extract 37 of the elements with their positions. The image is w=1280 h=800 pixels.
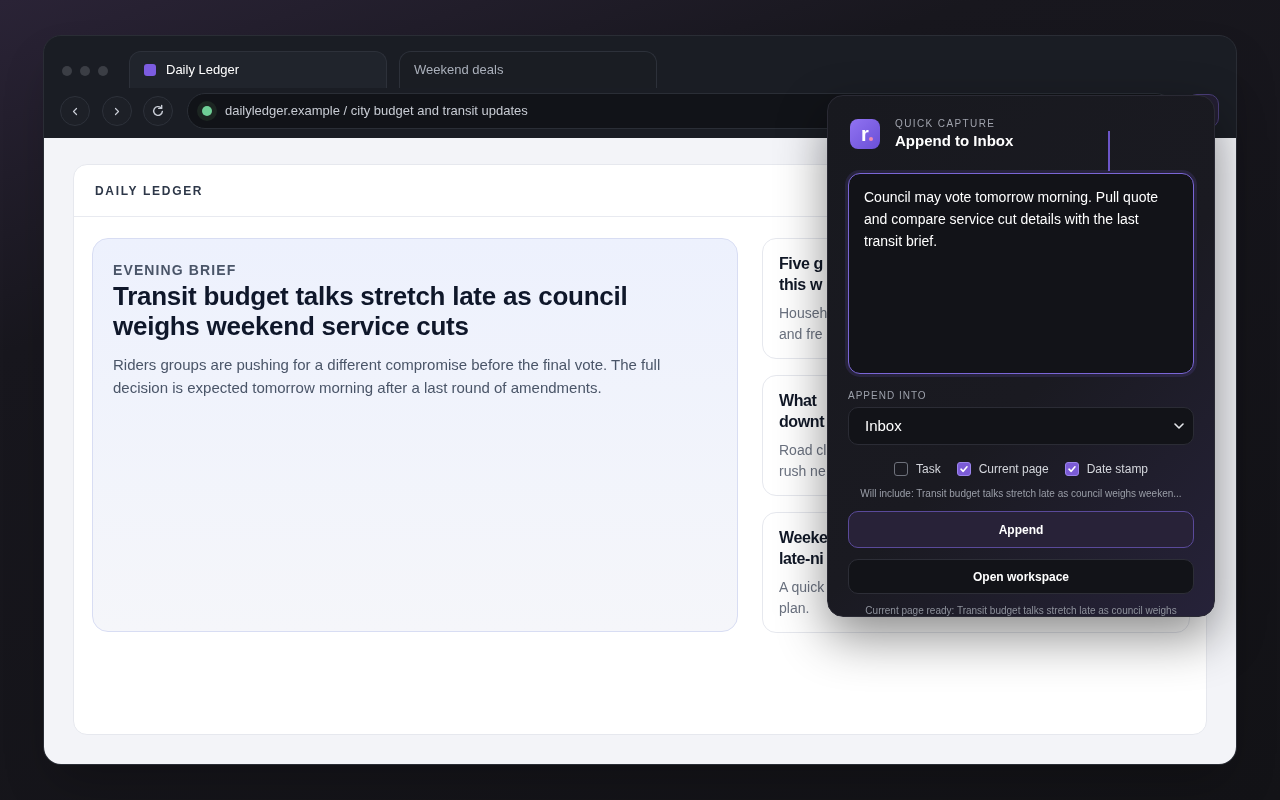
feature-card[interactable]: [92, 238, 738, 632]
checkbox[interactable]: [956, 462, 971, 476]
app-logo: r: [850, 119, 880, 149]
preview-text: Will include: Transit budget talks stretch late as council weighs weeken...: [859, 488, 1183, 500]
story-title: What downt: [779, 391, 825, 432]
option-label[interactable]: Current page: [978, 460, 1049, 478]
option-label[interactable]: Task: [915, 460, 941, 478]
reload-button[interactable]: [143, 96, 173, 126]
chevron-down-icon: [1174, 423, 1184, 429]
chevron-left-icon: [72, 106, 78, 116]
chevron-right-icon: [114, 106, 120, 116]
field-label: APPEND INTO: [848, 390, 927, 402]
url-text: dailyledger.example / city budget and transit updates: [225, 102, 528, 121]
story-summary: A quick plan.: [779, 578, 825, 618]
open-workspace-button[interactable]: Open workspace: [848, 559, 1194, 594]
browser-tab[interactable]: Daily Ledger: [129, 51, 387, 88]
append-button[interactable]: Append: [848, 511, 1194, 548]
checkbox[interactable]: [893, 462, 908, 476]
story-summary: Househ and fre: [779, 304, 828, 344]
browser-tab[interactable]: Weekend deals: [399, 51, 657, 88]
checkmark-icon: [1066, 464, 1077, 474]
feature-headline: Transit budget talks stretch late as council weighs weekend service cuts: [113, 281, 629, 341]
reload-icon: [151, 104, 165, 118]
story-title: Five g this w: [779, 254, 823, 295]
feature-eyebrow: EVENING BRIEF: [113, 261, 237, 279]
site-brand[interactable]: DAILY LEDGER: [95, 181, 204, 200]
feature-summary: Riders groups are pushing for a different compromise before the final vote. The full decision is expected tomorrow morning after a last round of amendments.: [113, 355, 662, 398]
story-title: Weeke late-ni: [779, 528, 828, 569]
popup-eyebrow: QUICK CAPTURE: [895, 118, 997, 130]
status-text: Current page ready: Transit budget talks stretch late as council weighs: [864, 605, 1178, 617]
option-label[interactable]: Date stamp: [1086, 460, 1149, 478]
story-summary: Road cl rush ne: [779, 441, 827, 481]
append-into-dropdown[interactable]: Inbox: [848, 407, 1194, 445]
checkbox[interactable]: [1064, 462, 1079, 476]
popup-title: Append to Inbox: [895, 132, 1014, 150]
note-field[interactable]: Council may vote tomorrow morning. Pull quote and compare service cut details with the last transit brief.: [848, 173, 1194, 374]
checkmark-icon: [958, 464, 969, 474]
